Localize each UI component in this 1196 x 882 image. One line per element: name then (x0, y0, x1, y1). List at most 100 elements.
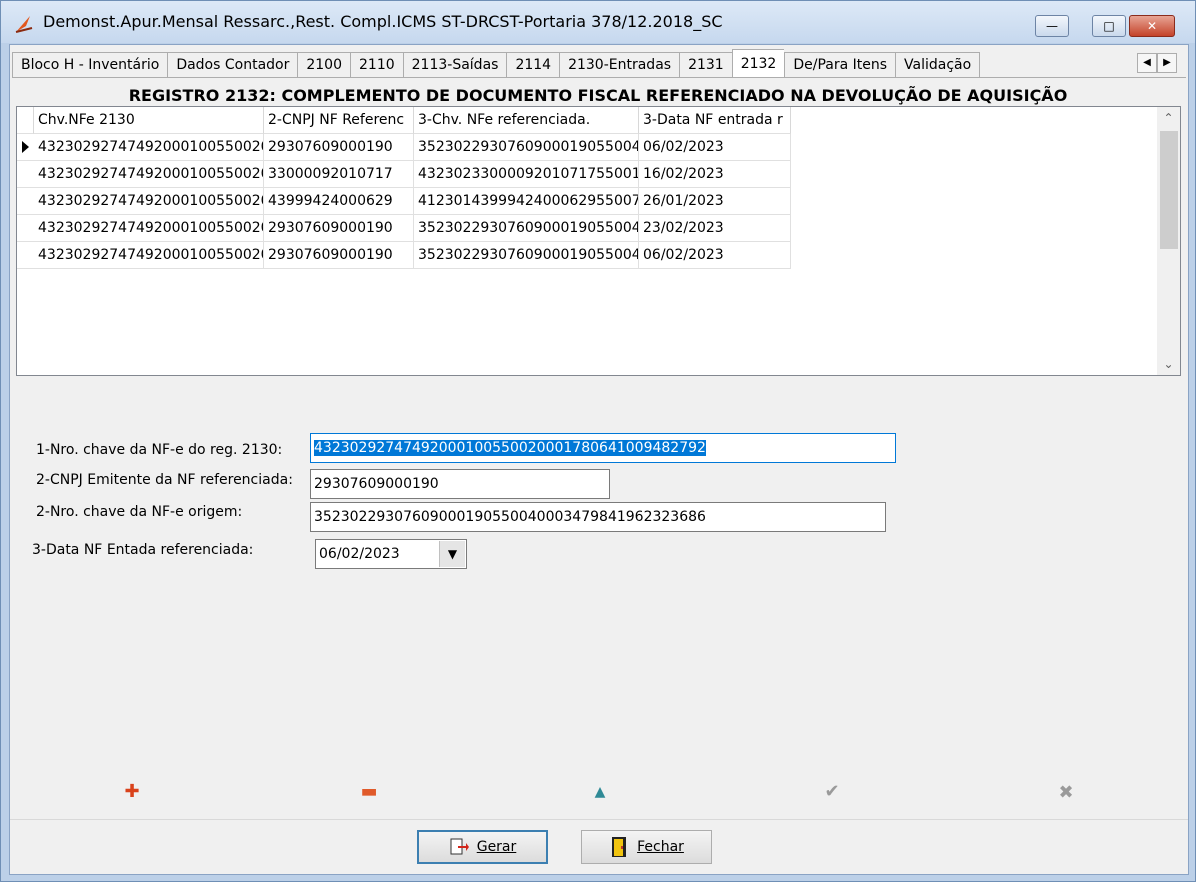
table-cell[interactable]: 33000092010717 (264, 161, 414, 188)
table-cell[interactable]: 16/02/2023 (639, 161, 791, 188)
generate-icon (450, 838, 469, 855)
data-nf-value: 06/02/2023 (319, 546, 400, 562)
grid-title: REGISTRO 2132: COMPLEMENTO DE DOCUMENTO … (128, 86, 1068, 105)
tab-dados-contador[interactable]: Dados Contador (167, 52, 298, 79)
row-indicator-header (17, 107, 34, 134)
cancel-record-button[interactable]: ✖ (1054, 781, 1078, 805)
add-record-button[interactable]: ✚ (120, 780, 144, 804)
data-nf-label: 3-Data NF Entada referenciada: (32, 542, 254, 558)
tab-scroll-right-button[interactable]: ▶ (1157, 53, 1177, 73)
table-cell[interactable]: 43230292747492000100550020 (34, 134, 264, 161)
table-row[interactable]: 43230292747492000100550020 4399942400062… (17, 188, 791, 215)
table-cell[interactable]: 432302330000920107175500100 (414, 161, 639, 188)
check-icon: ✔ (824, 781, 840, 802)
table-cell[interactable]: 06/02/2023 (639, 242, 791, 269)
tab-2132[interactable]: 2132 (731, 49, 785, 80)
tab-scroll-buttons: ◀ ▶ (1137, 53, 1177, 73)
column-header[interactable]: Chv.NFe 2130 (34, 107, 264, 134)
data-nf-dropdown-button[interactable]: ▼ (439, 541, 465, 567)
tab-validacao[interactable]: Validação (895, 52, 981, 79)
delete-record-button[interactable]: ▬ (357, 780, 381, 804)
table-cell[interactable]: 43230292747492000100550020 (34, 242, 264, 269)
tab-2130-entradas[interactable]: 2130-Entradas (559, 52, 680, 79)
table-cell[interactable]: 43230292747492000100550020 (34, 215, 264, 242)
tab-2114[interactable]: 2114 (506, 52, 560, 79)
chevron-down-icon: ⌄ (1163, 357, 1174, 371)
table-cell[interactable]: 352302293076090001905500400 (414, 215, 639, 242)
table-cell[interactable]: 29307609000190 (264, 134, 414, 161)
tab-strip: Bloco H - Inventário Dados Contador 2100… (12, 49, 981, 80)
data-nf-combo[interactable]: 06/02/2023 ▼ (315, 539, 467, 569)
table-cell[interactable]: 352302293076090001905500400 (414, 242, 639, 269)
chave-2130-value: 4323029274749200010055002000178064100948… (314, 440, 706, 456)
row-indicator (17, 188, 34, 215)
table-cell[interactable]: 43230292747492000100550020 (34, 188, 264, 215)
post-record-button[interactable]: ✔ (820, 780, 844, 804)
bottom-button-bar: Gerar Fechar (10, 819, 1188, 874)
gerar-button[interactable]: Gerar (417, 830, 548, 864)
edit-record-button[interactable]: ▲ (588, 780, 612, 804)
chevron-down-icon: ▼ (447, 547, 458, 561)
row-indicator (17, 161, 34, 188)
row-indicator (17, 242, 34, 269)
chave-origem-label: 2-Nro. chave da NF-e origem: (36, 504, 243, 520)
table-cell[interactable]: 43999424000629 (264, 188, 414, 215)
table-cell[interactable]: 352302293076090001905500400 (414, 134, 639, 161)
grid-header-row: Chv.NFe 2130 2-CNPJ NF Referenc 3-Chv. N… (17, 107, 791, 134)
records-grid[interactable]: Chv.NFe 2130 2-CNPJ NF Referenc 3-Chv. N… (16, 106, 1181, 376)
minimize-icon: — (1046, 19, 1058, 33)
arrow-right-icon: ▶ (1163, 57, 1171, 68)
chave-2130-field[interactable]: 4323029274749200010055002000178064100948… (310, 433, 896, 463)
table-cell[interactable]: 06/02/2023 (639, 134, 791, 161)
minus-icon: ▬ (360, 781, 378, 802)
tab-2131[interactable]: 2131 (679, 52, 732, 79)
arrow-left-icon: ◀ (1143, 57, 1151, 68)
table-cell[interactable]: 26/01/2023 (639, 188, 791, 215)
grid-vertical-scrollbar[interactable]: ⌃ ⌄ (1157, 107, 1180, 375)
column-header[interactable]: 3-Data NF entrada r (639, 107, 791, 134)
table-cell[interactable]: 412301439994240006295500700 (414, 188, 639, 215)
up-triangle-icon: ▲ (594, 784, 606, 800)
row-indicator (17, 215, 34, 242)
client-area: Bloco H - Inventário Dados Contador 2100… (9, 44, 1189, 875)
tab-page-2132: REGISTRO 2132: COMPLEMENTO DE DOCUMENTO … (12, 77, 1186, 817)
scroll-thumb[interactable] (1160, 131, 1178, 249)
tab-bloco-h[interactable]: Bloco H - Inventário (12, 52, 168, 79)
main-window: Demonst.Apur.Mensal Ressarc.,Rest. Compl… (0, 0, 1196, 882)
tab-scroll-left-button[interactable]: ◀ (1137, 53, 1157, 73)
tab-2100[interactable]: 2100 (297, 52, 350, 79)
app-icon (15, 16, 33, 33)
minimize-button[interactable]: — (1035, 15, 1069, 37)
row-pointer-icon (22, 141, 29, 153)
scroll-down-button[interactable]: ⌄ (1157, 353, 1180, 375)
maximize-icon: □ (1103, 19, 1115, 33)
cnpj-emitente-label: 2-CNPJ Emitente da NF referenciada: (36, 472, 293, 488)
title-bar[interactable]: Demonst.Apur.Mensal Ressarc.,Rest. Compl… (1, 1, 1195, 43)
tab-2113-saidas[interactable]: 2113-Saídas (402, 52, 507, 79)
fechar-button[interactable]: Fechar (581, 830, 712, 864)
x-icon: ✖ (1058, 782, 1074, 803)
table-row[interactable]: 43230292747492000100550020 2930760900019… (17, 242, 791, 269)
scroll-up-button[interactable]: ⌃ (1157, 107, 1180, 129)
door-icon (612, 837, 627, 857)
chave-origem-field[interactable]: 3523022930760900019055004000347984196232… (310, 502, 886, 532)
cnpj-emitente-field[interactable]: 29307609000190 (310, 469, 610, 499)
table-cell[interactable]: 29307609000190 (264, 215, 414, 242)
tab-de-para-itens[interactable]: De/Para Itens (784, 52, 896, 79)
chave-2130-label: 1-Nro. chave da NF-e do reg. 2130: (36, 442, 283, 458)
close-button[interactable]: ✕ (1129, 15, 1175, 37)
gerar-label: Gerar (476, 839, 517, 855)
table-row[interactable]: 43230292747492000100550020 3300009201071… (17, 161, 791, 188)
table-cell[interactable]: 43230292747492000100550020 (34, 161, 264, 188)
close-icon: ✕ (1146, 19, 1158, 33)
table-row[interactable]: 43230292747492000100550020 2930760900019… (17, 134, 791, 161)
chevron-up-icon: ⌃ (1163, 111, 1174, 125)
maximize-button[interactable]: □ (1092, 15, 1126, 37)
column-header[interactable]: 3-Chv. NFe referenciada. (414, 107, 639, 134)
table-cell[interactable]: 23/02/2023 (639, 215, 791, 242)
table-row[interactable]: 43230292747492000100550020 2930760900019… (17, 215, 791, 242)
column-header[interactable]: 2-CNPJ NF Referenc (264, 107, 414, 134)
table-cell[interactable]: 29307609000190 (264, 242, 414, 269)
current-row-indicator (17, 134, 34, 161)
tab-2110[interactable]: 2110 (350, 52, 403, 79)
